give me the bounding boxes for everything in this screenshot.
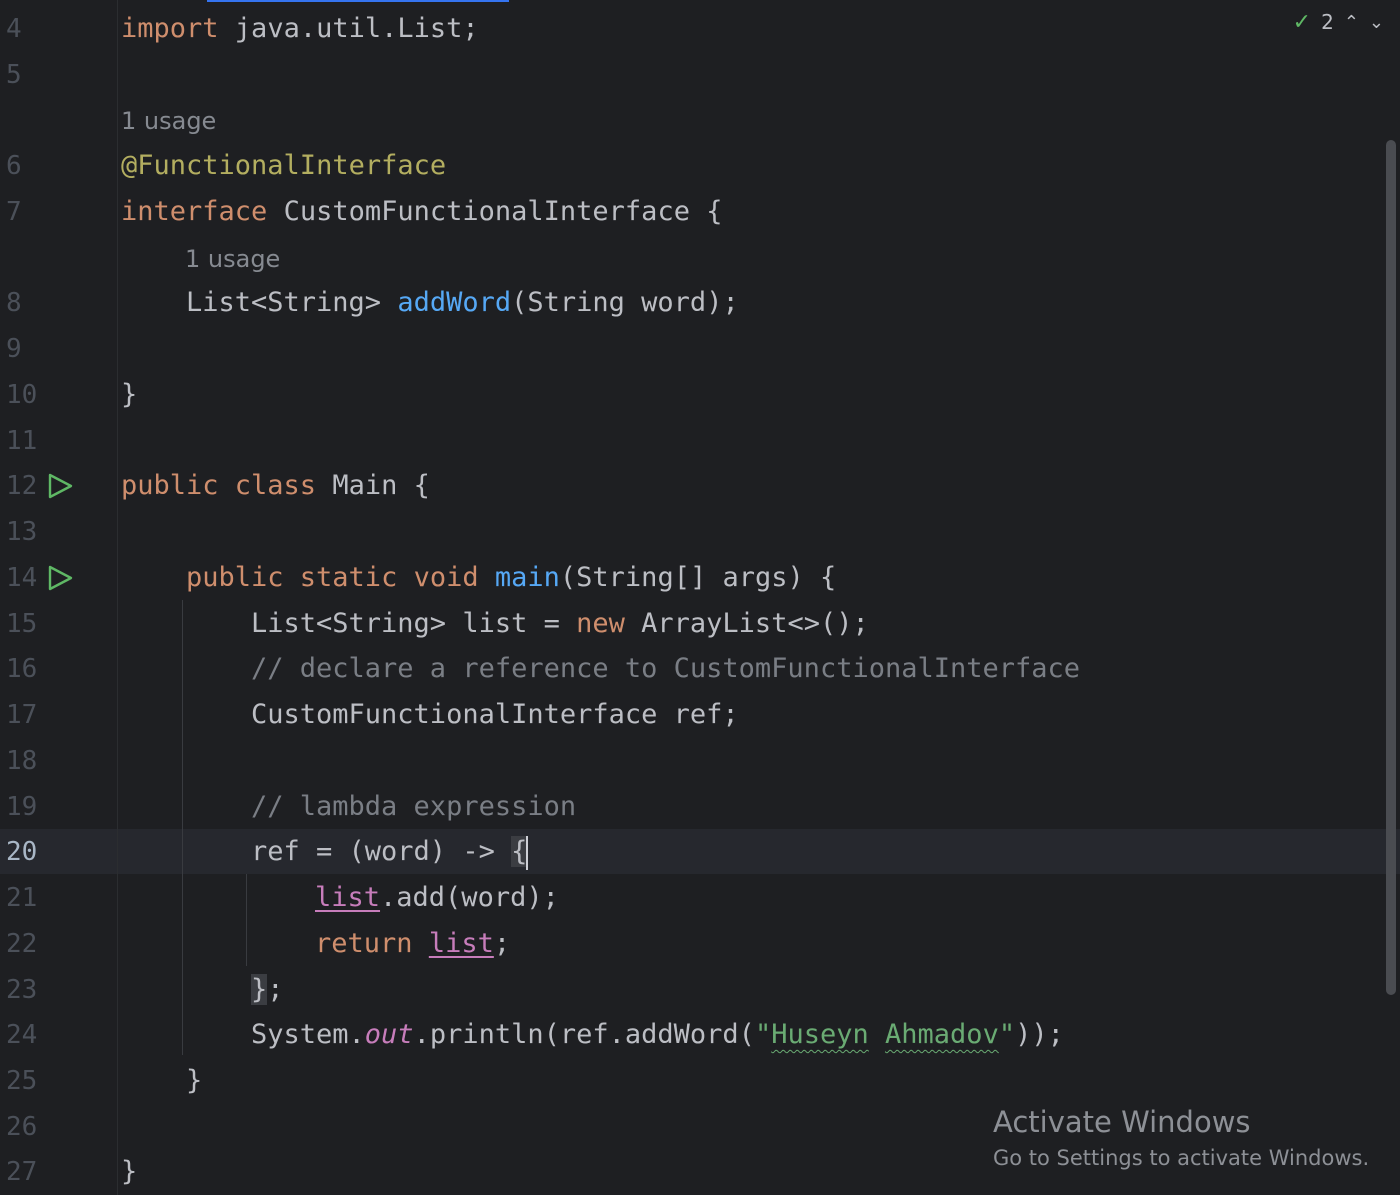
code-line: 17 CustomFunctionalInterface ref; — [0, 692, 1400, 738]
inlay-hint-row: 1 usage — [0, 236, 1400, 282]
line-content[interactable]: } — [186, 1058, 202, 1104]
line-content[interactable]: CustomFunctionalInterface ref; — [251, 692, 739, 738]
line-number: 16 — [6, 654, 38, 684]
line-number: 10 — [6, 380, 38, 410]
code-line: 23 }; — [0, 967, 1400, 1013]
line-content[interactable]: public static void main(String[] args) { — [186, 555, 836, 601]
line-number: 27 — [6, 1157, 38, 1187]
code-line: 19 // lambda expression — [0, 784, 1400, 830]
code-line: 16 // declare a reference to CustomFunct… — [0, 646, 1400, 692]
code-line: 18 — [0, 738, 1400, 784]
line-number: 20 — [6, 837, 38, 867]
watermark-subtitle: Go to Settings to activate Windows. — [993, 1146, 1370, 1170]
line-content[interactable]: }; — [251, 967, 284, 1013]
line-content[interactable]: System.out.println(ref.addWord("Huseyn A… — [251, 1012, 1064, 1058]
line-content[interactable]: } — [121, 1149, 137, 1195]
usage-hint[interactable]: 1 usage — [121, 98, 216, 144]
line-number: 25 — [6, 1066, 38, 1096]
text-caret — [526, 835, 529, 870]
line-number: 7 — [6, 197, 22, 227]
code-line: 8 List<String> addWord(String word); — [0, 280, 1400, 326]
line-number: 11 — [6, 426, 38, 456]
active-tab-indicator — [207, 0, 509, 2]
code-line-current: 20 ref = (word) -> { — [0, 829, 1400, 875]
code-editor[interactable]: ✓ 2 ⌃ ⌄ 4 import java.util.List; 5 1 usa… — [0, 0, 1400, 1195]
code-line: 24 System.out.println(ref.addWord("Husey… — [0, 1012, 1400, 1058]
code-line: 15 List<String> list = new ArrayList<>()… — [0, 601, 1400, 647]
line-content[interactable]: List<String> list = new ArrayList<>(); — [251, 601, 869, 647]
code-line: 7 interface CustomFunctionalInterface { — [0, 189, 1400, 235]
code-line: 11 — [0, 418, 1400, 464]
line-number: 13 — [6, 517, 38, 547]
code-line: 12 public class Main { — [0, 463, 1400, 509]
line-content[interactable]: // declare a reference to CustomFunction… — [251, 646, 1080, 692]
line-number: 9 — [6, 334, 22, 364]
line-number: 19 — [6, 792, 38, 822]
code-line: 10 } — [0, 372, 1400, 418]
line-number: 8 — [6, 288, 22, 318]
line-number: 21 — [6, 883, 38, 913]
line-number: 15 — [6, 609, 38, 639]
matched-brace: { — [511, 836, 528, 867]
line-number: 4 — [6, 14, 22, 44]
matched-brace: } — [251, 974, 268, 1005]
line-content[interactable]: ref = (word) -> { — [251, 829, 529, 875]
activate-windows-watermark: Activate Windows Go to Settings to activ… — [993, 1102, 1369, 1174]
line-number: 6 — [6, 151, 22, 181]
line-content[interactable]: List<String> addWord(String word); — [186, 280, 739, 326]
watermark-title: Activate Windows — [993, 1105, 1251, 1139]
line-content[interactable]: list.add(word); — [315, 875, 559, 921]
line-content[interactable]: @FunctionalInterface — [121, 143, 446, 189]
code-line: 4 import java.util.List; — [0, 6, 1400, 52]
inlay-hint-row: 1 usage — [0, 98, 1400, 144]
line-content[interactable]: interface CustomFunctionalInterface { — [121, 189, 722, 235]
code-line: 13 — [0, 509, 1400, 555]
code-line: 5 — [0, 52, 1400, 98]
run-icon[interactable] — [46, 472, 74, 500]
line-content[interactable]: // lambda expression — [251, 784, 576, 830]
line-number: 23 — [6, 975, 38, 1005]
line-content[interactable]: import java.util.List; — [121, 6, 479, 52]
code-line: 22 return list; — [0, 921, 1400, 967]
line-number: 14 — [6, 563, 38, 593]
line-number: 22 — [6, 929, 38, 959]
line-number: 5 — [6, 60, 22, 90]
line-number: 26 — [6, 1112, 38, 1142]
code-line: 9 — [0, 326, 1400, 372]
code-line: 6 @FunctionalInterface — [0, 143, 1400, 189]
usage-hint[interactable]: 1 usage — [185, 236, 280, 282]
line-number: 24 — [6, 1020, 38, 1050]
line-number: 18 — [6, 746, 38, 776]
code-line: 21 list.add(word); — [0, 875, 1400, 921]
line-content[interactable]: return list; — [315, 921, 510, 967]
code-line: 25 } — [0, 1058, 1400, 1104]
line-number: 17 — [6, 700, 38, 730]
line-content[interactable]: public class Main { — [121, 463, 430, 509]
line-number: 12 — [6, 471, 38, 501]
code-line: 14 public static void main(String[] args… — [0, 555, 1400, 601]
run-icon[interactable] — [46, 564, 74, 592]
line-content[interactable]: } — [121, 372, 137, 418]
